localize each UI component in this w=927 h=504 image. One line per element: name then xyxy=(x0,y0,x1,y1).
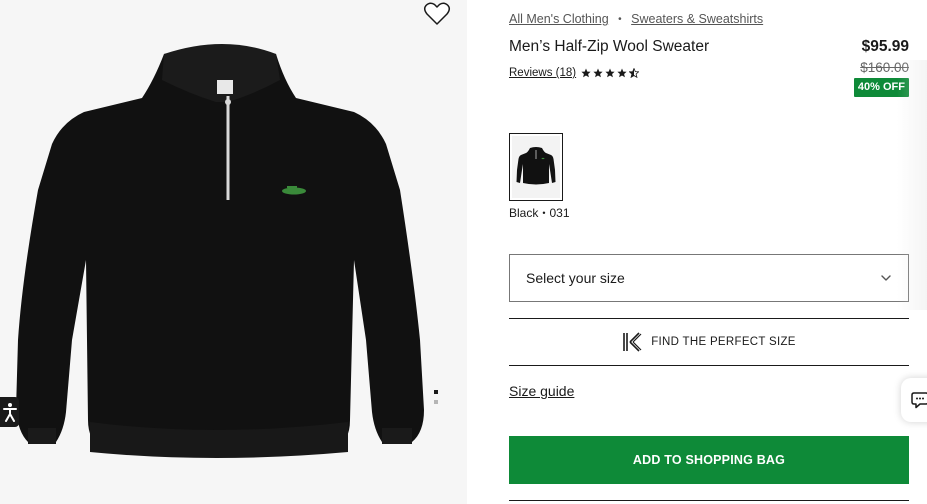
pagination-dot-active[interactable] xyxy=(434,390,438,394)
discount-badge: 40% OFF xyxy=(853,78,909,97)
swatch-image xyxy=(516,147,556,185)
accessibility-icon xyxy=(2,403,17,422)
product-info-panel: All Men's Clothing • Sweaters & Sweatshi… xyxy=(509,0,909,504)
find-perfect-size-label: FIND THE PERFECT SIZE xyxy=(651,336,796,348)
product-image xyxy=(16,44,424,458)
rating-stars xyxy=(581,68,640,78)
chat-icon xyxy=(911,392,927,409)
half-star-icon xyxy=(629,68,640,78)
chat-button[interactable] xyxy=(901,378,927,422)
pagination-dot[interactable] xyxy=(434,400,438,404)
breadcrumb-separator: • xyxy=(618,14,622,25)
product-gallery xyxy=(0,0,467,504)
size-select[interactable]: Select your size xyxy=(509,254,909,302)
product-title: Men’s Half-Zip Wool Sweater xyxy=(509,38,710,55)
fit-finder-k-icon xyxy=(623,332,642,352)
size-select-placeholder: Select your size xyxy=(526,270,625,286)
accessibility-button[interactable] xyxy=(0,397,19,427)
find-perfect-size-button[interactable]: FIND THE PERFECT SIZE xyxy=(509,318,909,366)
breadcrumb-link-all-mens-clothing[interactable]: All Men's Clothing xyxy=(509,12,609,26)
star-icon xyxy=(593,68,603,78)
reviews-link[interactable]: Reviews (18) xyxy=(509,67,576,79)
add-to-shopping-bag-button[interactable]: ADD TO SHOPPING BAG xyxy=(509,436,909,484)
selected-color-label: Black • 031 xyxy=(509,206,570,220)
color-code: 031 xyxy=(549,206,570,220)
heart-icon xyxy=(423,2,451,25)
wishlist-button[interactable] xyxy=(423,1,451,27)
star-icon xyxy=(581,68,591,78)
reviews-summary: Reviews (18) xyxy=(509,67,640,79)
size-guide-link[interactable]: Size guide xyxy=(509,383,574,399)
divider xyxy=(509,500,909,501)
star-icon xyxy=(617,68,627,78)
chevron-down-icon xyxy=(881,275,891,281)
star-icon xyxy=(605,68,615,78)
color-swatch-black[interactable] xyxy=(509,133,563,201)
original-price: $160.00 xyxy=(860,60,909,75)
color-name: Black xyxy=(509,206,539,220)
color-separator: • xyxy=(542,208,546,218)
breadcrumb: All Men's Clothing • Sweaters & Sweatshi… xyxy=(509,12,763,26)
swatch-thumbnail xyxy=(512,136,560,198)
current-price: $95.99 xyxy=(861,38,909,55)
gallery-pagination xyxy=(434,390,440,410)
breadcrumb-link-sweaters[interactable]: Sweaters & Sweatshirts xyxy=(631,12,763,26)
